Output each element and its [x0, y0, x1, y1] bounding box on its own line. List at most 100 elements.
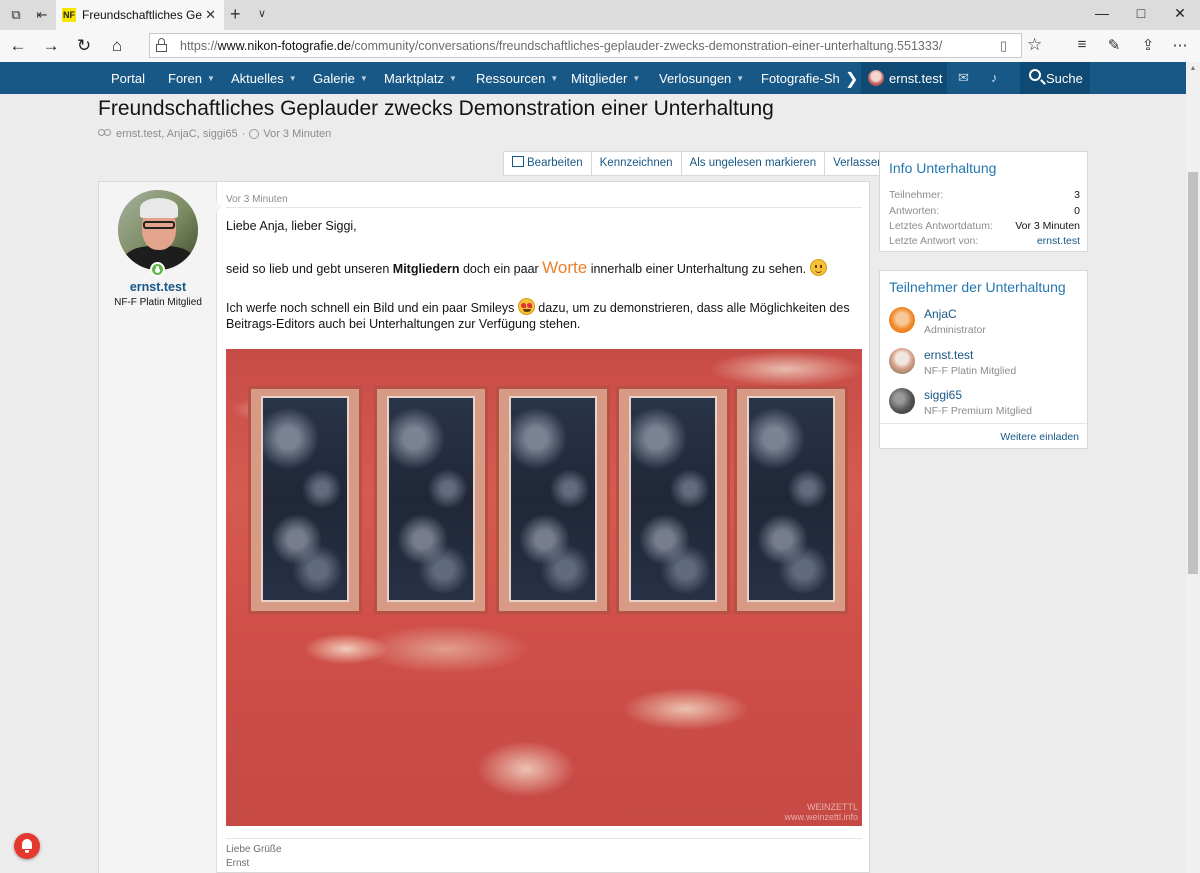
tab-actions-icon[interactable]: ⧉ [8, 7, 24, 23]
block-title: Info Unterhaltung [889, 160, 997, 176]
page-title: Freundschaftliches Geplauder zwecks Demo… [98, 97, 774, 120]
notification-bell-icon[interactable] [14, 833, 40, 859]
maximize-icon[interactable]: □ [1131, 5, 1151, 21]
signature-line: Liebe Grüße [226, 844, 282, 855]
browser-tab[interactable]: NF Freundschaftliches Geplauder zwecks D… [56, 0, 224, 30]
participant-name[interactable]: siggi65 [924, 388, 962, 402]
nav-item-portal[interactable]: Portal [111, 71, 145, 86]
set-aside-tabs-icon[interactable]: ⇤ [34, 7, 50, 23]
caret-down-icon: ▼ [206, 74, 215, 83]
reading-view-icon[interactable]: ▯ [1000, 38, 1007, 54]
last-reply-user-link[interactable]: ernst.test [1037, 235, 1080, 247]
participants-icon [98, 129, 112, 139]
meta-separator: · [241, 128, 246, 140]
refresh-icon[interactable]: ↻ [73, 36, 95, 56]
bell-icon[interactable]: ♪ [991, 70, 998, 85]
info-row: Antworten: 0 [889, 205, 1080, 217]
page-scrollbar[interactable]: ▲ [1186, 62, 1200, 873]
photo-watermark: WEINZETTL www.weinzettl.info [784, 802, 858, 822]
post-line: seid so lieb und gebt unseren Mitglieder… [226, 258, 827, 278]
caret-down-icon: ▼ [736, 74, 745, 83]
close-window-icon[interactable]: ✕ [1170, 5, 1190, 22]
chevron-down-icon[interactable]: ∨ [258, 7, 266, 20]
caret-down-icon: ▼ [550, 74, 559, 83]
photo-window-pane [616, 386, 730, 614]
divider [226, 838, 862, 839]
participant-role: NF-F Premium Mitglied [924, 405, 1032, 417]
heart-eyes-smiley-icon [517, 298, 535, 315]
search-label: Suche [1046, 71, 1083, 86]
more-icon[interactable]: ⋯ [1169, 36, 1191, 54]
site-favicon-icon: NF [62, 8, 76, 22]
conversation-info-block: Info Unterhaltung Teilnehmer: 3 Antworten… [879, 151, 1088, 252]
mark-button[interactable]: Kennzeichnen [592, 152, 682, 175]
pen-icon[interactable]: ✎ [1103, 36, 1125, 54]
panel-arrow [215, 200, 222, 214]
nav-username: ernst.test [889, 71, 943, 86]
search-icon [1029, 69, 1041, 81]
author-name[interactable]: ernst.test [99, 280, 217, 294]
post-author-panel: ernst.test NF-F Platin Mitglied [99, 182, 217, 873]
edit-button[interactable]: Bearbeiten [504, 152, 592, 175]
search-button[interactable]: Suche [1020, 62, 1090, 94]
avatar[interactable] [889, 348, 915, 374]
participants-meta: ernst.test, AnjaC, siggi65 [116, 128, 238, 140]
share-icon[interactable]: ⇪ [1137, 36, 1159, 54]
photo-window-pane [374, 386, 488, 614]
avatar[interactable] [889, 388, 915, 414]
nav-item-marktplatz[interactable]: Marktplatz ▼ [384, 71, 457, 86]
forward-icon[interactable]: → [40, 36, 62, 56]
site-navigation: Portal Foren ▼ Aktuelles ▼ Galerie ▼ Marktp… [0, 62, 1186, 94]
participant-name[interactable]: ernst.test [924, 348, 973, 362]
post-line: Ich werfe noch schnell ein Bild und ein … [226, 298, 850, 315]
post-greeting: Liebe Anja, lieber Siggi, [226, 219, 357, 233]
post-time[interactable]: Vor 3 Minuten [226, 194, 288, 205]
participant-role: NF-F Platin Mitglied [924, 365, 1017, 377]
participant-name[interactable]: AnjaC [924, 307, 957, 321]
photo-window-pane [496, 386, 610, 614]
tab-title: Freundschaftliches Geplauder zwecks Demo… [82, 8, 202, 22]
photo-window-pane [248, 386, 362, 614]
invite-more-link[interactable]: Weitere einladen [1000, 431, 1079, 443]
participant-role: Administrator [924, 324, 986, 336]
address-input[interactable]: https://www.nikon-fotografie.de/communit… [149, 33, 1042, 58]
signature-line: Ernst [226, 858, 250, 869]
scroll-thumb[interactable] [1188, 172, 1198, 574]
nav-user-menu[interactable]: ernst.test [861, 62, 947, 94]
author-avatar[interactable] [118, 190, 198, 270]
nav-item-ressourcen[interactable]: Ressourcen ▼ [476, 71, 558, 86]
caret-down-icon: ▼ [359, 74, 368, 83]
favorite-star-icon[interactable]: ☆ [1027, 35, 1042, 55]
favorites-list-icon[interactable]: ≡ [1071, 36, 1093, 53]
caret-down-icon: ▼ [632, 74, 641, 83]
address-toolbar: ← → ↻ ⌂ https://www.nikon-fotografie.de/… [0, 30, 1200, 62]
post-line: Beitrags-Editors auch bei Unterhaltungen… [226, 317, 581, 331]
info-row: Letzte Antwort von: ernst.test [889, 235, 1080, 247]
author-rank: NF-F Platin Mitglied [114, 297, 202, 308]
close-icon[interactable]: ✕ [205, 7, 216, 23]
browser-tab-bar: ⧉ ⇤ NF Freundschaftliches Geplauder zwec… [0, 0, 1200, 30]
nav-item-galerie[interactable]: Galerie ▼ [313, 71, 368, 86]
home-icon[interactable]: ⌂ [106, 36, 128, 56]
new-tab-icon[interactable]: + [230, 4, 241, 25]
conversation-actions: Bearbeiten Kennzeichnen Als ungelesen ma… [503, 151, 893, 176]
clock-icon [249, 129, 260, 139]
nav-item-verlosungen[interactable]: Verlosungen ▼ [659, 71, 744, 86]
nav-item-mitglieder[interactable]: Mitglieder ▼ [571, 71, 640, 86]
divider [880, 423, 1087, 424]
smiley-icon [809, 259, 827, 276]
envelope-icon[interactable]: ✉ [958, 70, 969, 86]
nav-item-foren[interactable]: Foren ▼ [168, 71, 215, 86]
lock-icon [156, 38, 167, 52]
post-image[interactable]: WEINZETTL www.weinzettl.info [226, 349, 862, 826]
minimize-icon[interactable]: — [1092, 5, 1112, 21]
nav-item-fotografie-shop[interactable]: Fotografie-Sh [761, 71, 839, 86]
nav-item-aktuelles[interactable]: Aktuelles ▼ [231, 71, 297, 86]
scroll-up-icon[interactable]: ▲ [1186, 62, 1200, 76]
mark-unread-button[interactable]: Als ungelesen markieren [682, 152, 826, 175]
avatar[interactable] [889, 307, 915, 333]
edit-icon [512, 156, 524, 167]
back-icon[interactable]: ← [7, 36, 29, 56]
chevron-right-icon[interactable]: ❯ [845, 69, 858, 89]
info-row: Letztes Antwortdatum: Vor 3 Minuten [889, 220, 1080, 232]
